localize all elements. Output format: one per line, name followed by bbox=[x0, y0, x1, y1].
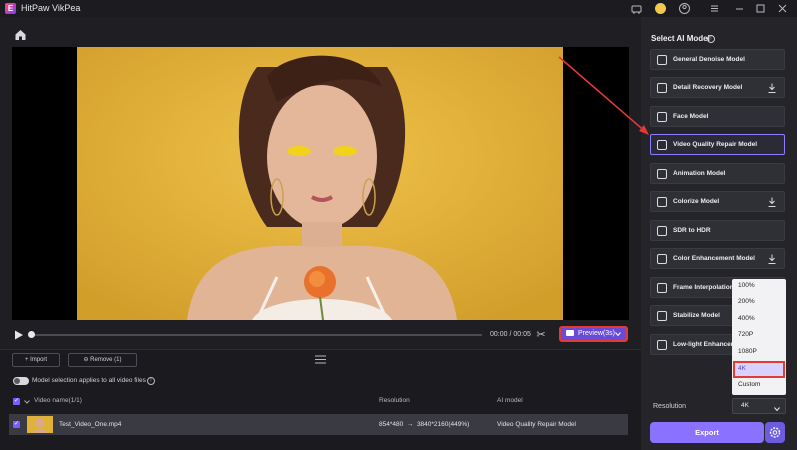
denoise-icon bbox=[657, 55, 667, 65]
res-option[interactable]: 200% bbox=[738, 298, 755, 305]
timeline-handle[interactable] bbox=[28, 331, 35, 338]
download-icon[interactable] bbox=[768, 254, 776, 264]
col-header-ai-model: AI model bbox=[497, 397, 523, 404]
model-label: Video Quality Repair Model bbox=[673, 141, 758, 148]
avatar[interactable] bbox=[655, 3, 666, 14]
remove-label: Remove (1) bbox=[90, 357, 122, 363]
download-icon[interactable] bbox=[768, 83, 776, 93]
col-header-name: Video name(1/1) bbox=[34, 397, 82, 404]
col-header-resolution: Resolution bbox=[379, 397, 410, 404]
collapse-menu-icon[interactable] bbox=[315, 355, 326, 364]
model-detail-recovery[interactable]: Detail Recovery Model bbox=[650, 77, 785, 98]
row-checkbox[interactable]: ✓ bbox=[13, 421, 20, 428]
menu-icon[interactable] bbox=[708, 2, 721, 15]
model-sdr-to-hdr[interactable]: SDR to HDR bbox=[650, 220, 785, 241]
file-name: Test_Video_One.mp4 bbox=[59, 421, 122, 428]
detail-icon bbox=[657, 83, 667, 93]
annotation-arrow bbox=[558, 56, 649, 135]
face-icon bbox=[657, 112, 667, 122]
stabilize-icon bbox=[657, 311, 667, 321]
info-icon[interactable]: ! bbox=[147, 377, 155, 385]
select-all-checkbox[interactable]: ✓ bbox=[13, 398, 20, 405]
preview-label: Preview(3s) bbox=[578, 330, 615, 337]
export-button[interactable]: Export bbox=[650, 422, 764, 443]
maximize-icon[interactable] bbox=[754, 2, 767, 15]
model-color-enhancement[interactable]: Color Enhancement Model bbox=[650, 248, 785, 269]
file-ai-model: Video Quality Repair Model bbox=[497, 421, 577, 428]
scissors-icon[interactable]: ✂ bbox=[535, 328, 547, 341]
repair-icon bbox=[657, 140, 667, 150]
timeline-track[interactable] bbox=[30, 334, 482, 336]
time-readout: 00:00 / 00:05 bbox=[490, 331, 531, 338]
app-title: HitPaw VikPea bbox=[21, 3, 81, 13]
video-frame bbox=[77, 47, 563, 320]
res-option-selected[interactable]: 4K bbox=[733, 361, 785, 378]
model-label: Low-light Enhancem bbox=[673, 341, 737, 348]
download-icon[interactable] bbox=[768, 197, 776, 207]
cart-icon[interactable] bbox=[630, 2, 643, 15]
resolution-label: Resolution bbox=[653, 403, 687, 410]
file-resolution: 854*480 → 3840*2160(449%) bbox=[379, 421, 470, 428]
model-video-quality-repair[interactable]: Video Quality Repair Model bbox=[650, 134, 785, 155]
animation-icon bbox=[657, 169, 667, 179]
model-general-denoise[interactable]: General Denoise Model bbox=[650, 49, 785, 70]
user-icon[interactable] bbox=[678, 2, 691, 15]
model-label: Animation Model bbox=[673, 170, 726, 177]
moon-icon bbox=[657, 340, 667, 350]
video-thumbnail bbox=[27, 416, 53, 433]
app-logo: E bbox=[5, 3, 16, 14]
hdr-icon bbox=[657, 226, 667, 236]
model-label: Detail Recovery Model bbox=[673, 84, 743, 91]
import-button[interactable]: + Import bbox=[12, 353, 60, 367]
home-icon[interactable] bbox=[14, 28, 27, 41]
remove-button[interactable]: ⊖ Remove (1) bbox=[68, 353, 137, 367]
chevron-down-icon bbox=[615, 332, 621, 336]
close-icon[interactable] bbox=[776, 2, 789, 15]
res-option[interactable]: 720P bbox=[738, 331, 753, 338]
res-option[interactable]: 1080P bbox=[738, 348, 757, 355]
res-option[interactable]: 400% bbox=[738, 315, 755, 322]
res-option[interactable]: 100% bbox=[738, 282, 755, 289]
import-label: Import bbox=[30, 357, 48, 363]
model-label: Colorize Model bbox=[673, 198, 720, 205]
model-label: General Denoise Model bbox=[673, 56, 745, 63]
frames-icon bbox=[657, 283, 667, 293]
play-icon[interactable] bbox=[14, 330, 24, 340]
palette-icon bbox=[657, 254, 667, 264]
model-face[interactable]: Face Model bbox=[650, 106, 785, 127]
model-label: Face Model bbox=[673, 113, 709, 120]
gear-icon[interactable] bbox=[765, 422, 785, 443]
model-colorize[interactable]: Colorize Model bbox=[650, 191, 785, 212]
colorize-icon bbox=[657, 197, 667, 207]
res-option-label: 4K bbox=[738, 365, 746, 372]
camera-icon bbox=[566, 330, 574, 337]
preview-button[interactable]: Preview(3s) bbox=[559, 326, 628, 342]
minimize-icon[interactable] bbox=[733, 2, 746, 15]
model-label: Color Enhancement Model bbox=[673, 255, 755, 262]
chevron-down-icon[interactable] bbox=[24, 397, 30, 404]
chevron-down-icon bbox=[774, 403, 780, 412]
info-icon[interactable]: ! bbox=[707, 35, 715, 43]
panel-title: Select AI Model bbox=[651, 34, 710, 43]
res-option[interactable]: Custom bbox=[738, 381, 760, 388]
model-label: Stabilize Model bbox=[673, 312, 720, 319]
toggle-knob bbox=[14, 378, 20, 384]
apply-all-label: Model selection applies to all video fil… bbox=[32, 377, 146, 384]
model-label: Frame Interpolation bbox=[673, 284, 734, 291]
model-animation[interactable]: Animation Model bbox=[650, 163, 785, 184]
model-label: SDR to HDR bbox=[673, 227, 711, 234]
